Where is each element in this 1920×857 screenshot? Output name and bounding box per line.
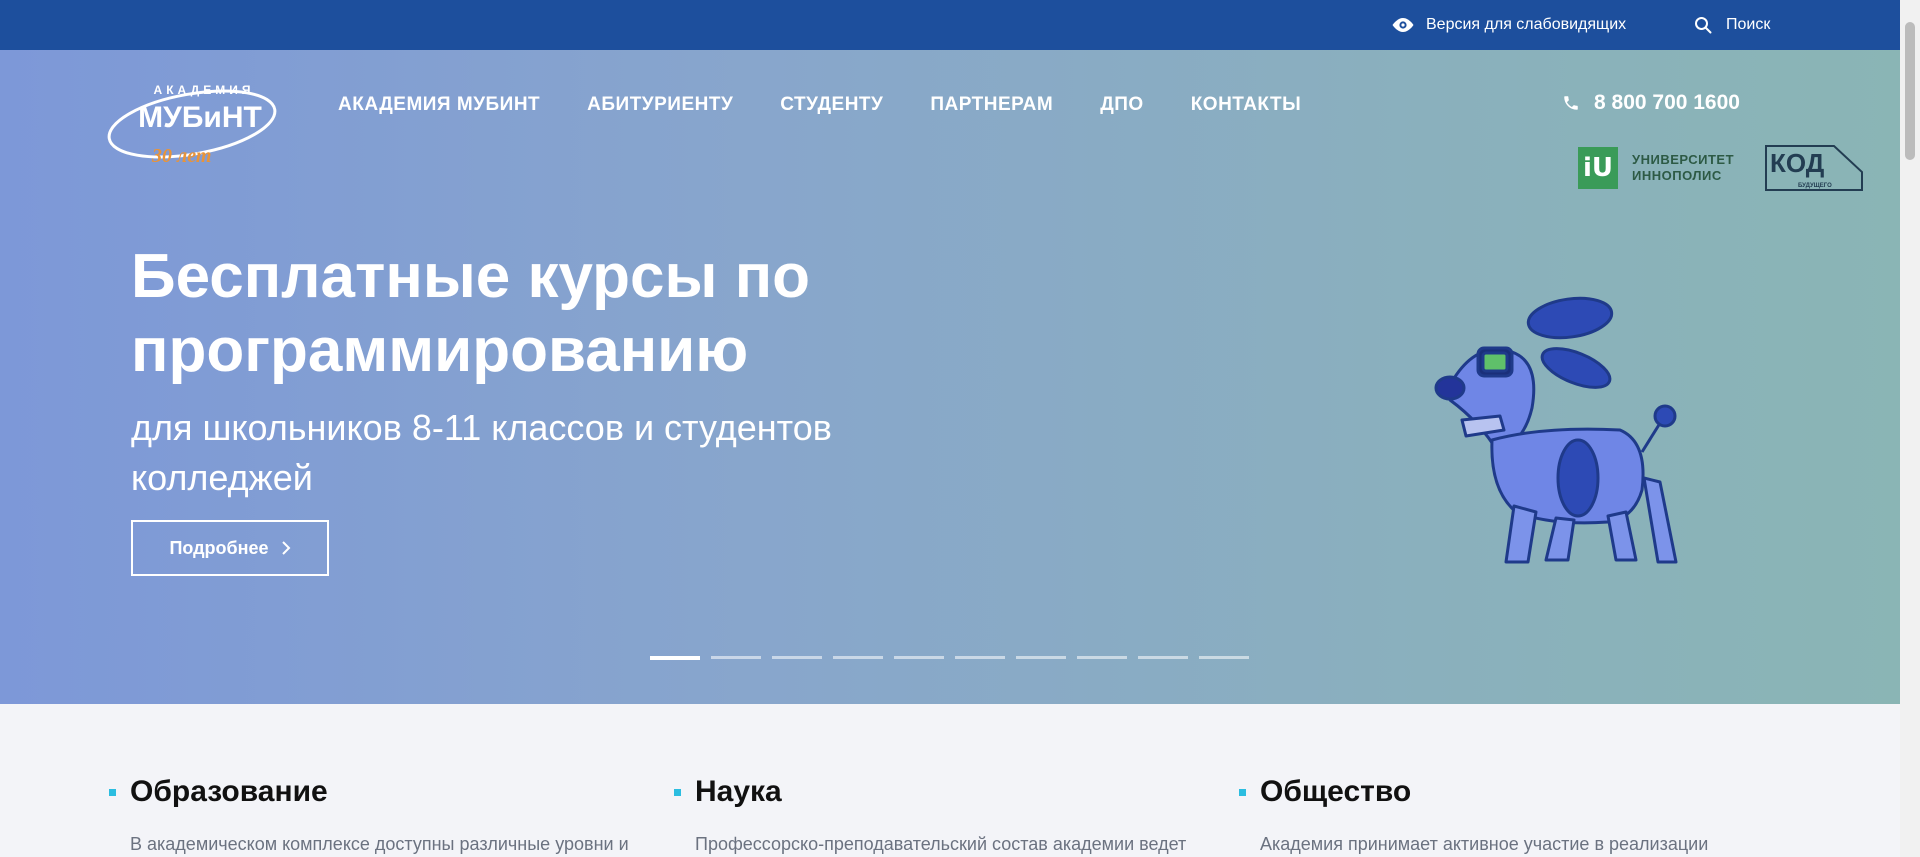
hero-details-label: Подробнее bbox=[169, 537, 269, 558]
phone-link[interactable]: 8 800 700 1600 bbox=[1562, 91, 1740, 115]
logo-years-text: 30 лет bbox=[151, 145, 211, 167]
section-science-text: Профессорско-преподавательский состав ак… bbox=[695, 834, 1187, 854]
section-education-title[interactable]: Образование bbox=[130, 775, 328, 809]
hero-banner: АКАДЕМИЯ МУБиНТ 30 лет АКАДЕМИЯ МУБИНТ А… bbox=[0, 50, 1900, 704]
section-education-header: Образование bbox=[109, 775, 670, 809]
logo-main-text: МУБиНТ bbox=[138, 101, 262, 134]
slider-dot-7[interactable] bbox=[1016, 656, 1066, 659]
nav-item-contacts[interactable]: КОНТАКТЫ bbox=[1191, 94, 1302, 116]
search-button[interactable]: Поиск bbox=[1694, 14, 1770, 36]
page-scrollbar[interactable] bbox=[1900, 0, 1920, 857]
slider-dot-4[interactable] bbox=[833, 656, 883, 659]
nav-item-applicants[interactable]: АБИТУРИЕНТУ bbox=[587, 94, 733, 116]
logo-top-text: АКАДЕМИЯ bbox=[154, 83, 255, 97]
section-society-text: Академия принимает активное участие в ре… bbox=[1260, 834, 1709, 854]
nav-item-academy[interactable]: АКАДЕМИЯ МУБИНТ bbox=[338, 94, 540, 116]
hero-subtitle-line2: колледжей bbox=[131, 457, 313, 498]
chevron-right-icon bbox=[281, 541, 290, 555]
kod-logo-subtext: БУДУЩЕГО bbox=[1798, 183, 1832, 189]
slider-dot-9[interactable] bbox=[1138, 656, 1188, 659]
phone-number: 8 800 700 1600 bbox=[1594, 91, 1740, 114]
phone-icon bbox=[1564, 96, 1578, 110]
section-education: Образование В академическом комплексе до… bbox=[109, 775, 670, 857]
main-navigation: АКАДЕМИЯ МУБИНТ АБИТУРИЕНТУ СТУДЕНТУ ПАР… bbox=[338, 94, 1348, 116]
kod-logo-text: КОД bbox=[1770, 148, 1825, 178]
hero-title-line2: программированию bbox=[131, 316, 749, 385]
bullet-square-icon bbox=[109, 788, 116, 796]
accessibility-version-link[interactable]: Версия для слабовидящих bbox=[1390, 14, 1626, 36]
slider-pagination bbox=[650, 656, 1260, 660]
slider-dot-1[interactable] bbox=[650, 656, 700, 660]
section-science-header: Наука bbox=[674, 775, 1235, 809]
top-utility-bar: Версия для слабовидящих Поиск bbox=[0, 0, 1900, 50]
search-label: Поиск bbox=[1726, 16, 1771, 33]
search-icon bbox=[1695, 17, 1712, 34]
slider-dot-6[interactable] bbox=[955, 656, 1005, 659]
nav-item-dpo[interactable]: ДПО bbox=[1100, 94, 1143, 116]
slider-dot-5[interactable] bbox=[894, 656, 944, 659]
slider-dot-8[interactable] bbox=[1077, 656, 1127, 659]
section-science-title[interactable]: Наука bbox=[695, 775, 782, 809]
innopolis-line2: ИННОПОЛИС bbox=[1632, 168, 1722, 183]
hero-title: Бесплатные курсы по программированию bbox=[131, 240, 1031, 388]
innopolis-university-logo[interactable]: iU УНИВЕРСИТЕТ ИННОПОЛИС bbox=[1578, 147, 1734, 189]
nav-item-partners[interactable]: ПАРТНЕРАМ bbox=[930, 94, 1053, 116]
section-society: Общество Академия принимает активное уча… bbox=[1239, 775, 1800, 857]
scrollbar-thumb[interactable] bbox=[1905, 22, 1915, 160]
slider-dot-2[interactable] bbox=[711, 656, 761, 659]
section-society-title[interactable]: Общество bbox=[1260, 775, 1411, 809]
academy-logo[interactable]: АКАДЕМИЯ МУБиНТ 30 лет bbox=[104, 72, 284, 172]
innopolis-text: УНИВЕРСИТЕТ ИННОПОЛИС bbox=[1632, 152, 1734, 184]
innopolis-line1: УНИВЕРСИТЕТ bbox=[1632, 152, 1735, 167]
slider-dot-3[interactable] bbox=[772, 656, 822, 659]
slider-dot-10[interactable] bbox=[1199, 656, 1249, 659]
kod-budushchego-logo[interactable]: КОД БУДУЩЕГО bbox=[1762, 142, 1866, 194]
section-science: Наука Профессорско-преподавательский сос… bbox=[674, 775, 1235, 857]
hero-title-line1: Бесплатные курсы по bbox=[131, 242, 811, 311]
accessibility-version-label: Версия для слабовидящих bbox=[1426, 16, 1627, 33]
robot-dog-illustration bbox=[1434, 296, 1678, 564]
bullet-square-icon bbox=[1239, 788, 1246, 796]
eye-icon bbox=[1392, 18, 1414, 32]
section-society-header: Общество bbox=[1239, 775, 1800, 809]
hero-details-button[interactable]: Подробнее bbox=[131, 520, 329, 576]
innopolis-mark: iU bbox=[1578, 147, 1618, 189]
bullet-square-icon bbox=[674, 788, 681, 796]
hero-subtitle: для школьников 8-11 классов и студентов … bbox=[131, 403, 1031, 503]
hero-subtitle-line1: для школьников 8-11 классов и студентов bbox=[131, 407, 832, 448]
nav-item-students[interactable]: СТУДЕНТУ bbox=[780, 94, 883, 116]
section-education-text: В академическом комплексе доступны разли… bbox=[130, 834, 629, 854]
